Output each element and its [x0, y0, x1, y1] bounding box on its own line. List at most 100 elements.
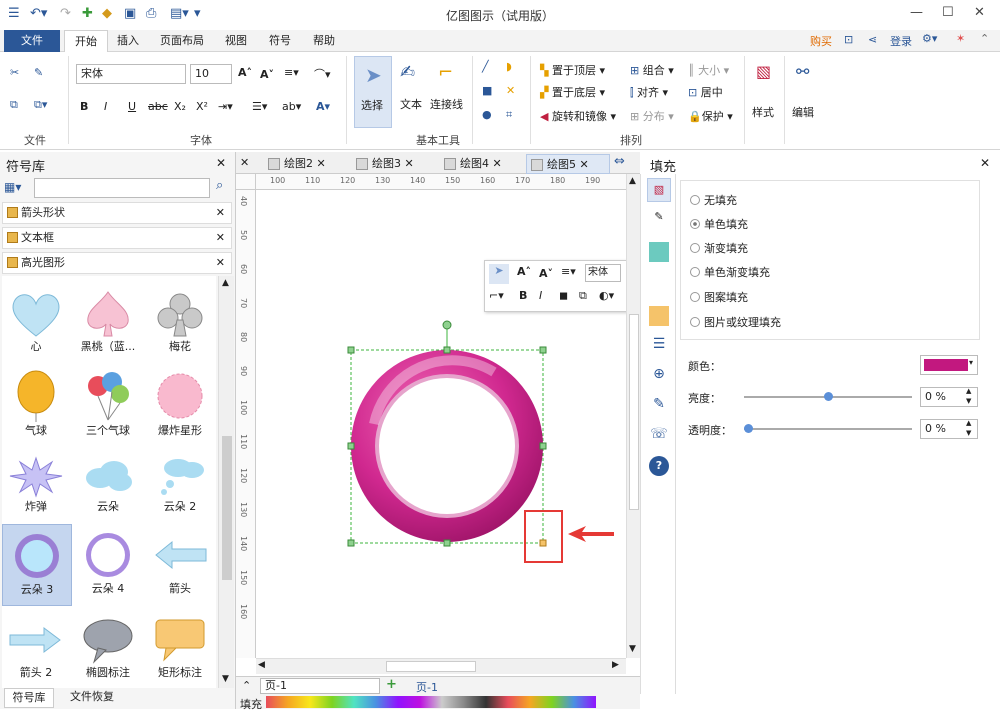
ellipse-icon[interactable]: ● — [482, 108, 492, 121]
add-page-icon[interactable]: + — [386, 677, 397, 692]
font-size-select[interactable]: 10 — [190, 64, 232, 84]
help-icon[interactable]: ? — [649, 456, 669, 476]
arc-icon[interactable]: ◗ — [506, 60, 512, 73]
underline-button[interactable]: U — [128, 100, 136, 113]
maximize-button[interactable]: ☐ — [942, 5, 954, 20]
shape-starburst[interactable]: 爆炸星形 — [150, 370, 210, 438]
grow-font-icon[interactable]: A˄ — [238, 66, 252, 79]
tab-file[interactable]: 文件 — [4, 30, 60, 52]
tab-file-recovery[interactable]: 文件恢复 — [60, 688, 124, 708]
line-panel-icon[interactable]: ✎ — [647, 210, 671, 232]
tab-view[interactable]: 视图 — [218, 30, 254, 52]
page-nav-up-icon[interactable]: ⌃ — [242, 679, 251, 692]
scroll-up-icon[interactable]: ▲ — [222, 278, 229, 288]
mini-fill-icon[interactable]: ◼ — [559, 289, 568, 302]
distribute-button[interactable]: ⊞ 分布 ▾ — [630, 108, 674, 124]
style-button[interactable]: ▧ 样式 — [752, 62, 780, 132]
scroll-down-icon[interactable]: ▼ — [222, 674, 229, 684]
tab-home[interactable]: 开始 — [64, 30, 108, 52]
image-panel-icon[interactable] — [649, 306, 669, 326]
shape-cloud-4[interactable]: 云朵 4 — [78, 530, 138, 596]
mini-italic-button[interactable]: I — [539, 289, 542, 302]
subscript-button[interactable]: X₂ — [174, 100, 186, 113]
font-color-icon[interactable]: A▾ — [316, 100, 330, 113]
page-select[interactable]: 页-1 — [260, 678, 380, 694]
mini-connector-icon[interactable]: ⌐▾ — [489, 289, 504, 302]
library-search-input[interactable] — [34, 178, 210, 198]
scroll-up-icon[interactable]: ▲ — [629, 176, 636, 186]
mini-shadow-icon[interactable]: ◐▾ — [599, 289, 614, 302]
canvas-horizontal-scrollbar[interactable]: ◀ ▶ — [256, 658, 626, 674]
tab-library[interactable]: 符号库 — [4, 688, 54, 708]
send-back-button[interactable]: ▞ 置于底层 ▾ — [540, 84, 605, 100]
brightness-stepper-icon[interactable]: ▲ ▼ — [966, 386, 971, 406]
group-button[interactable]: ⊞ 组合 ▾ — [630, 62, 674, 78]
font-name-select[interactable]: 宋体 — [76, 64, 186, 84]
size-button[interactable]: ║ 大小 ▾ — [688, 62, 729, 78]
text-highlight-icon[interactable]: ab▾ — [282, 100, 301, 113]
mini-shrink-font-icon[interactable]: A˅ — [539, 267, 553, 280]
protect-button[interactable]: 🔒保护 ▾ — [688, 108, 733, 124]
hyperlink-panel-icon[interactable]: ⊕ — [649, 366, 669, 386]
tab-page-layout[interactable]: 页面布局 — [152, 30, 212, 52]
tab-symbol[interactable]: 符号 — [262, 30, 298, 52]
fill-option-gradient[interactable]: 渐变填充 — [690, 240, 748, 256]
library-scrollbar[interactable]: ▲ ▼ — [218, 276, 234, 688]
close-tab-icon[interactable]: ✕ — [580, 158, 589, 171]
bring-front-button[interactable]: ▚ 置于顶层 ▾ — [540, 62, 605, 78]
mini-bold-button[interactable]: B — [519, 289, 527, 302]
library-menu-icon[interactable]: ▦▾ — [4, 180, 21, 194]
shape-three-balloons[interactable]: 三个气球 — [78, 370, 138, 438]
attachment-panel-icon[interactable]: ✎ — [649, 396, 669, 416]
cross-icon[interactable]: ✕ — [506, 84, 515, 97]
color-picker[interactable]: ▾ — [920, 355, 978, 375]
rotation-handle[interactable] — [442, 320, 452, 330]
bullets-icon[interactable]: ☰▾ — [252, 100, 267, 113]
doc-tab[interactable]: 绘图3 ✕ — [352, 154, 436, 174]
select-tool-button[interactable]: ➤ 选择 — [354, 56, 392, 128]
paste-icon[interactable]: ⧉▾ — [34, 98, 47, 112]
close-tab-icon[interactable]: ✕ — [493, 157, 502, 170]
fill-option-picture[interactable]: 图片或纹理填充 — [690, 314, 781, 330]
scroll-down-icon[interactable]: ▼ — [629, 644, 636, 654]
shape-bomb[interactable]: 炸弹 — [6, 454, 66, 514]
mini-font-select[interactable]: 宋体 — [585, 264, 621, 282]
scroll-left-icon[interactable]: ◀ — [258, 660, 265, 670]
italic-button[interactable]: I — [104, 100, 107, 113]
mini-align-icon[interactable]: ≡▾ — [561, 265, 576, 278]
copy-icon[interactable]: ⧉ — [10, 98, 18, 112]
scroll-thumb[interactable] — [386, 661, 476, 672]
strikethrough-button[interactable]: abc — [148, 100, 168, 113]
plugin-icon[interactable]: ✶ — [956, 32, 965, 45]
feedback-icon[interactable]: ⊡ — [844, 33, 853, 46]
connector-tool-button[interactable]: ⌐ 连接线 — [430, 56, 468, 128]
resize-handle[interactable] — [443, 539, 451, 547]
minimize-button[interactable]: — — [910, 5, 923, 20]
doc-tab-active[interactable]: 绘图5 ✕ — [526, 154, 610, 174]
shape-spade[interactable]: 黑桃（蓝... — [78, 290, 138, 354]
brightness-slider[interactable] — [744, 392, 912, 401]
share-icon[interactable]: ⋖ — [868, 33, 877, 46]
close-library-icon[interactable]: ✕ — [216, 156, 226, 170]
shape-arrow[interactable]: 箭头 — [150, 530, 210, 596]
rectangle-icon[interactable]: ■ — [482, 84, 492, 97]
resize-handle[interactable] — [347, 346, 355, 354]
line-icon[interactable]: ╱ — [482, 60, 489, 73]
close-fill-panel-icon[interactable]: ✕ — [980, 156, 990, 170]
doc-tab[interactable]: 绘图2 ✕ — [264, 154, 348, 174]
transparency-stepper-icon[interactable]: ▲ ▼ — [966, 418, 971, 438]
fill-option-solid[interactable]: 单色填充 — [690, 216, 748, 232]
text-tool-button[interactable]: ✍ 文本 — [396, 56, 428, 128]
shape-cloud[interactable]: 云朵 — [78, 454, 138, 514]
library-category[interactable]: 文本框 ✕ — [2, 227, 232, 249]
center-button[interactable]: ⊡ 居中 — [688, 84, 723, 100]
fill-panel-icon[interactable]: ▧ — [647, 178, 671, 202]
close-window-button[interactable]: ✕ — [974, 5, 985, 20]
format-painter-icon[interactable]: ✎ — [34, 66, 43, 79]
shadow-panel-icon[interactable] — [649, 242, 669, 262]
close-all-tabs-icon[interactable]: ✕ — [240, 156, 249, 169]
color-palette[interactable] — [266, 696, 596, 708]
edit-button[interactable]: ⚯ 编辑 — [792, 62, 820, 132]
tab-insert[interactable]: 插入 — [110, 30, 146, 52]
shape-arrow-2[interactable]: 箭头 2 — [6, 616, 66, 680]
